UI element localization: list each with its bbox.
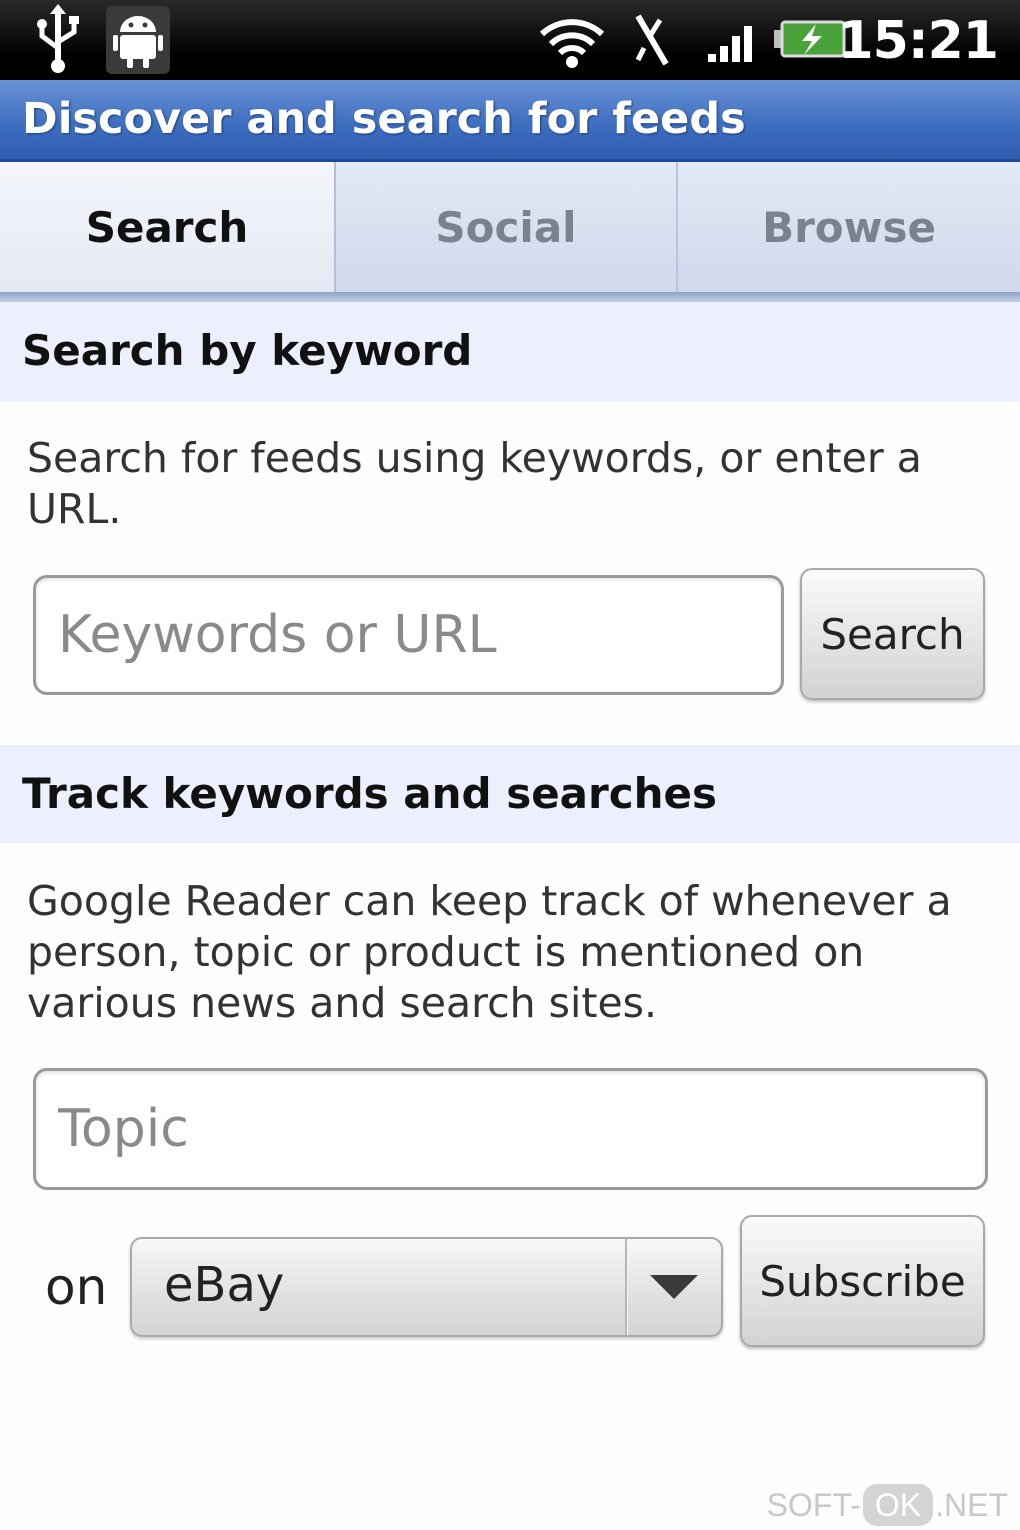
subscribe-button[interactable]: Subscribe	[740, 1215, 985, 1347]
wifi-icon	[538, 0, 606, 80]
status-clock: 15:21	[837, 11, 999, 71]
select-divider	[625, 1239, 627, 1335]
android-debug-icon	[104, 0, 172, 80]
page-title: Discover and search for feeds	[22, 94, 746, 144]
tab-bar: Search Social Browse	[0, 162, 1020, 302]
tab-bar-divider	[0, 292, 1020, 302]
topic-input[interactable]	[33, 1068, 988, 1190]
watermark-ok: OK	[862, 1484, 934, 1526]
watermark-left: SOFT-	[766, 1486, 861, 1523]
search-section-header: Search by keyword	[0, 302, 1020, 402]
status-bar: 15:21	[0, 0, 1020, 80]
search-section-description: Search for feeds using keywords, or ente…	[27, 434, 922, 533]
on-label: on	[45, 1258, 108, 1316]
track-section-description: Google Reader can keep track of whenever…	[27, 877, 952, 1027]
signal-bars-icon	[706, 0, 760, 80]
track-section-header: Track keywords and searches	[0, 745, 1020, 843]
watermark-right: .NET	[935, 1486, 1008, 1523]
tab-social[interactable]: Social	[336, 162, 678, 292]
no-signal-x-icon	[630, 0, 674, 80]
keywords-url-input[interactable]	[33, 575, 784, 695]
title-bar: Discover and search for feeds	[0, 80, 1020, 162]
tab-browse[interactable]: Browse	[678, 162, 1020, 292]
site-select-value: eBay	[164, 1257, 285, 1313]
site-select[interactable]: eBay	[130, 1237, 723, 1337]
chevron-down-icon	[650, 1275, 698, 1299]
tab-search[interactable]: Search	[0, 162, 336, 292]
usb-icon	[30, 0, 86, 80]
watermark: SOFT- OK .NET	[767, 1480, 1008, 1530]
search-button[interactable]: Search	[800, 568, 985, 700]
